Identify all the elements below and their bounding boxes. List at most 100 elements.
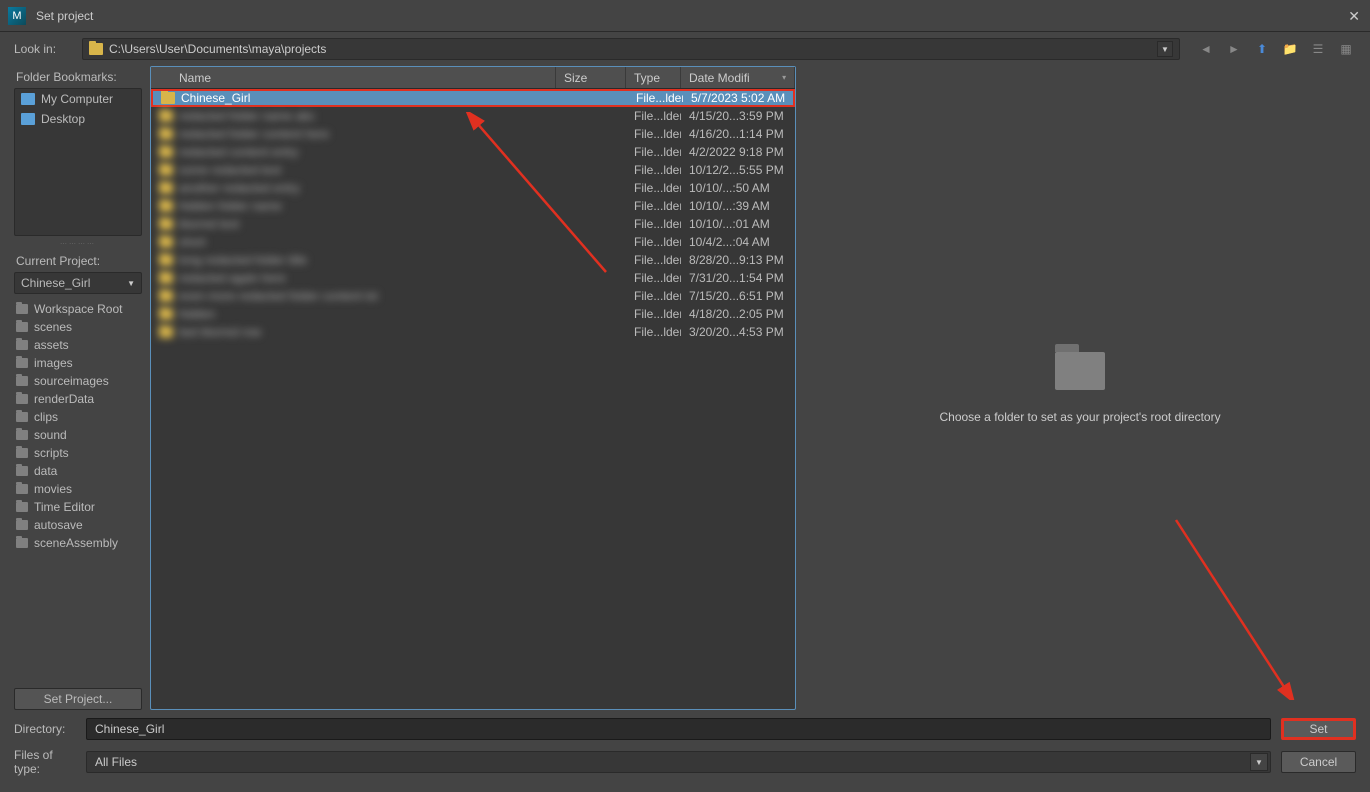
splitter[interactable]: ⋯⋯⋯⋯ (14, 240, 142, 246)
folder-icon (159, 290, 173, 302)
file-type: File...lder (626, 163, 681, 177)
directory-input[interactable] (86, 718, 1271, 740)
project-tree-item[interactable]: scenes (14, 318, 142, 336)
folder-icon (159, 182, 173, 194)
file-name: Chinese_Girl (181, 91, 250, 105)
preview-message: Choose a folder to set as your project's… (939, 410, 1220, 424)
file-date: 5/7/2023 5:02 AM (683, 91, 793, 105)
folder-icon (16, 484, 28, 494)
table-row[interactable]: blurred text File...lder10/10/...:01 AM (151, 215, 795, 233)
close-button[interactable]: ✕ (1348, 8, 1360, 25)
folder-icon (159, 146, 173, 158)
table-row[interactable]: redacted folder name abcFile...lder4/15/… (151, 107, 795, 125)
path-input[interactable]: C:\Users\User\Documents\maya\projects ▼ (82, 38, 1180, 60)
file-type: File...lder (626, 217, 681, 231)
col-size[interactable]: Size (556, 67, 626, 88)
folder-icon (16, 448, 28, 458)
project-tree-item[interactable]: assets (14, 336, 142, 354)
bookmark-label: Desktop (41, 112, 85, 126)
folder-icon (16, 430, 28, 440)
col-name[interactable]: Name (151, 67, 556, 88)
project-tree-item[interactable]: Workspace Root (14, 300, 142, 318)
app-icon: M (8, 7, 26, 25)
file-type: File...lder (626, 181, 681, 195)
project-tree-item[interactable]: data (14, 462, 142, 480)
table-row[interactable]: another redacted entryFile...lder10/10/.… (151, 179, 795, 197)
new-folder-button[interactable]: 📁 (1280, 39, 1300, 59)
table-row[interactable]: long redacted folder titleFile...lder8/2… (151, 251, 795, 269)
table-row[interactable]: hiddenFile...lder4/18/20...2:05 PM (151, 305, 795, 323)
project-tree-label: clips (34, 410, 58, 424)
file-type: File...lder (626, 307, 681, 321)
file-type: File...lder (626, 235, 681, 249)
thumb-view-button[interactable]: ▦ (1336, 39, 1356, 59)
folder-icon (16, 502, 28, 512)
file-name: hidden (179, 307, 215, 321)
file-type: File...lder (628, 91, 683, 105)
path-dropdown-arrow[interactable]: ▼ (1157, 41, 1173, 57)
title-bar: M Set project ✕ (0, 0, 1370, 32)
file-name: hidden folder name (179, 199, 282, 213)
table-row[interactable]: even more redacted folder content txtFil… (151, 287, 795, 305)
col-date[interactable]: Date Modifi (681, 67, 795, 88)
look-in-label: Look in: (14, 42, 74, 56)
cancel-button[interactable]: Cancel (1281, 751, 1356, 773)
project-tree-item[interactable]: scripts (14, 444, 142, 462)
project-tree-label: scripts (34, 446, 69, 460)
col-type[interactable]: Type (626, 67, 681, 88)
current-project-dropdown[interactable]: Chinese_Girl ▼ (14, 272, 142, 294)
back-button[interactable]: ◄ (1196, 39, 1216, 59)
table-row[interactable]: last blurred rowFile...lder3/20/20...4:5… (151, 323, 795, 341)
file-date: 7/31/20...1:54 PM (681, 271, 795, 285)
project-tree-item[interactable]: images (14, 354, 142, 372)
set-button[interactable]: Set (1281, 718, 1356, 740)
table-row[interactable]: Chinese_Girl File...lder5/7/2023 5:02 AM (151, 89, 795, 107)
path-text: C:\Users\User\Documents\maya\projects (109, 42, 326, 56)
chevron-down-icon: ▼ (127, 279, 135, 288)
table-row[interactable]: redacted folder content hereFile...lder4… (151, 125, 795, 143)
file-date: 10/10/...:01 AM (681, 217, 795, 231)
table-row[interactable]: shortFile...lder10/4/2...:04 AM (151, 233, 795, 251)
project-tree-label: movies (34, 482, 72, 496)
computer-icon (21, 93, 35, 105)
file-name: blurred text (179, 217, 239, 231)
file-type: File...lder (626, 145, 681, 159)
bookmark-desktop[interactable]: Desktop (15, 109, 141, 129)
table-row[interactable]: some redacted textFile...lder10/12/2...5… (151, 161, 795, 179)
up-button[interactable]: ⬆ (1252, 39, 1272, 59)
folder-icon (159, 272, 173, 284)
file-list-column: Name Size Type Date Modifi Chinese_Girl F… (150, 66, 796, 710)
project-tree-item[interactable]: clips (14, 408, 142, 426)
project-tree-item[interactable]: movies (14, 480, 142, 498)
file-list-header: Name Size Type Date Modifi (151, 67, 795, 89)
left-sidebar: Folder Bookmarks: My Computer Desktop ⋯⋯… (14, 66, 142, 710)
table-row[interactable]: redacted again hereFile...lder7/31/20...… (151, 269, 795, 287)
project-tree-item[interactable]: sceneAssembly (14, 534, 142, 552)
forward-button[interactable]: ► (1224, 39, 1244, 59)
file-type: File...lder (626, 199, 681, 213)
set-project-button[interactable]: Set Project... (14, 688, 142, 710)
file-date: 10/10/...:39 AM (681, 199, 795, 213)
project-tree-item[interactable]: renderData (14, 390, 142, 408)
bookmark-my-computer[interactable]: My Computer (15, 89, 141, 109)
file-date: 4/16/20...1:14 PM (681, 127, 795, 141)
table-row[interactable]: redacted content entryFile...lder4/2/202… (151, 143, 795, 161)
folder-icon (159, 326, 173, 338)
file-type: File...lder (626, 127, 681, 141)
file-name: some redacted text (179, 163, 281, 177)
list-view-button[interactable]: ☰ (1308, 39, 1328, 59)
project-tree-item[interactable]: autosave (14, 516, 142, 534)
project-tree-label: assets (34, 338, 69, 352)
project-tree-item[interactable]: Time Editor (14, 498, 142, 516)
folder-icon (159, 128, 173, 140)
folder-icon (89, 43, 103, 55)
current-project-value: Chinese_Girl (21, 276, 90, 290)
look-in-toolbar: Look in: C:\Users\User\Documents\maya\pr… (0, 32, 1370, 66)
project-tree-item[interactable]: sourceimages (14, 372, 142, 390)
file-type: File...lder (626, 289, 681, 303)
table-row[interactable]: hidden folder name File...lder10/10/...:3… (151, 197, 795, 215)
files-of-type-select[interactable]: All Files ▼ (86, 751, 1271, 773)
project-tree-item[interactable]: sound (14, 426, 142, 444)
nav-buttons: ◄ ► ⬆ 📁 ☰ ▦ (1196, 39, 1356, 59)
folder-icon (16, 358, 28, 368)
